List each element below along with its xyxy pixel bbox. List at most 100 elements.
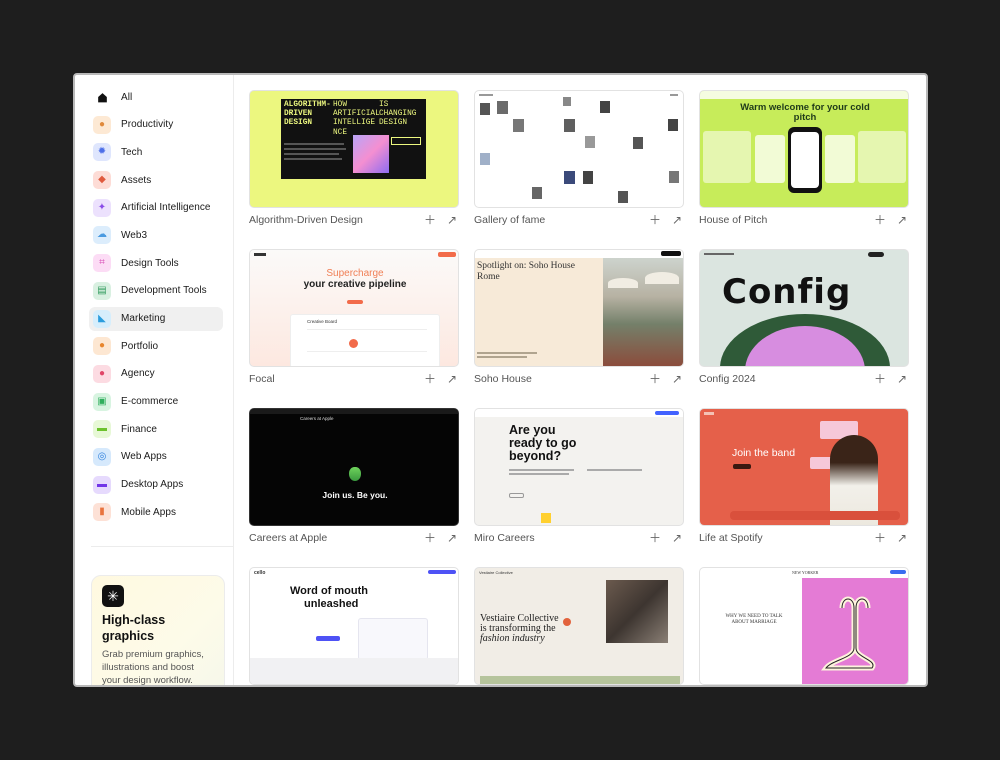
sidebar-item-finance[interactable]: ▬ Finance <box>89 417 223 441</box>
gallery-card: Vestiaire Collective Vestiaire Collectiv… <box>474 567 684 685</box>
gallery-card: Supercharge your creative pipeline Creat… <box>249 249 459 385</box>
thumb-cta <box>890 570 906 574</box>
thumb-nav <box>475 409 683 417</box>
tag-icon: ◣ <box>93 309 111 328</box>
sidebar-item-agency[interactable]: ● Agency <box>89 362 223 386</box>
thumb-cta <box>655 411 679 415</box>
thumb-strip <box>480 676 680 684</box>
thumb-headline: Warm welcome for your cold pitch <box>740 102 870 123</box>
group-icon: ● <box>93 364 111 383</box>
card-thumbnail[interactable]: Join the band <box>699 408 909 526</box>
sidebar-item-web-apps[interactable]: ◎ Web Apps <box>89 445 223 469</box>
card-thumbnail[interactable]: ALGORITHM- DRIVEN DESIGN HOW ARTIFICIAL … <box>249 90 459 208</box>
sidebar-item-portfolio[interactable]: ● Portfolio <box>89 334 223 358</box>
card-thumbnail[interactable]: cello Word of mouth unleashed <box>249 567 459 685</box>
plus-icon[interactable]: ＋ <box>648 372 662 386</box>
arrow-up-right-icon[interactable]: ↗ <box>445 372 459 386</box>
sidebar-item-web3[interactable]: ☁ Web3 <box>89 223 223 247</box>
thumb-button <box>733 464 751 469</box>
thumb-menu <box>670 94 678 96</box>
sidebar-item-development-tools[interactable]: ▤ Development Tools <box>89 279 223 303</box>
card-title: Soho House <box>474 373 532 385</box>
sidebar-item-assets[interactable]: ◆ Assets <box>89 168 223 192</box>
card-thumbnail[interactable]: Supercharge your creative pipeline Creat… <box>249 249 459 367</box>
arrow-up-right-icon[interactable]: ↗ <box>895 372 909 386</box>
portrait <box>585 136 595 148</box>
plus-icon[interactable]: ＋ <box>423 531 437 545</box>
sidebar-item-label: Agency <box>121 368 155 380</box>
arrow-up-right-icon[interactable]: ↗ <box>445 213 459 227</box>
plus-icon[interactable]: ＋ <box>423 213 437 227</box>
arrow-up-right-icon[interactable]: ↗ <box>445 531 459 545</box>
phone-icon: ▮ <box>93 503 111 522</box>
gallery-card: cello Word of mouth unleashed <box>249 567 459 685</box>
plus-icon[interactable]: ＋ <box>873 531 887 545</box>
gallery-card: Config Config 2024 ＋ ↗ <box>699 249 909 385</box>
portrait <box>497 101 508 114</box>
sidebar-item-desktop-apps[interactable]: ▬ Desktop Apps <box>89 473 223 497</box>
asterisk-icon: ✳ <box>102 585 124 607</box>
thumb-text: CHANGING <box>379 110 417 119</box>
thumb-text: DESIGN <box>284 119 313 128</box>
sidebar-item-label: Mobile Apps <box>121 506 177 518</box>
thumb-search <box>730 511 900 520</box>
card-thumbnail[interactable]: Warm welcome for your cold pitch <box>699 90 909 208</box>
portrait <box>513 119 524 132</box>
chip-icon: ✹ <box>93 143 111 162</box>
arrow-up-right-icon[interactable]: ↗ <box>670 372 684 386</box>
sidebar-item-label: Web Apps <box>121 451 167 463</box>
plus-icon[interactable]: ＋ <box>873 372 887 386</box>
app-window: All ● Productivity ✹ Tech ◆ Assets ✦ Art… <box>73 73 928 687</box>
thumb-text: ALGORITHM- <box>284 101 331 109</box>
card-thumbnail[interactable]: NEW YORKER WHY WE NEED TO TALK ABOUT MAR… <box>699 567 909 685</box>
thumb-text: IS <box>379 101 389 109</box>
card-title: Gallery of fame <box>474 214 546 226</box>
thumb-logos-strip <box>250 658 458 684</box>
promo-card[interactable]: ✳ High-class graphics Grab premium graph… <box>91 575 225 685</box>
sidebar-item-design-tools[interactable]: ⌗ Design Tools <box>89 251 223 275</box>
thumb-logo <box>704 412 714 415</box>
portrait <box>564 171 575 184</box>
portrait <box>668 119 678 131</box>
sidebar-item-ecommerce[interactable]: ▣ E-commerce <box>89 390 223 414</box>
thumb-text: ARTIFICIAL <box>333 110 380 119</box>
sidebar-item-all[interactable]: All <box>89 85 223 109</box>
thumb-tile <box>858 131 906 183</box>
sidebar-item-marketing[interactable]: ◣ Marketing <box>89 306 223 331</box>
plus-icon[interactable]: ＋ <box>873 213 887 227</box>
arrow-up-right-icon[interactable]: ↗ <box>670 213 684 227</box>
miro-logo-icon <box>541 513 551 523</box>
card-thumbnail[interactable]: Spotlight on: Soho House Rome <box>474 249 684 367</box>
plus-icon[interactable]: ＋ <box>423 372 437 386</box>
thumb-headline: Join us. Be you. <box>322 490 388 500</box>
sidebar-item-label: Finance <box>121 423 157 435</box>
thumb-logo <box>254 253 266 256</box>
sidebar-item-ai[interactable]: ✦ Artificial Intelligence <box>89 196 223 220</box>
card-thumbnail[interactable]: Careers at Apple Join us. Be you. <box>249 408 459 526</box>
sidebar-item-productivity[interactable]: ● Productivity <box>89 113 223 137</box>
card-thumbnail[interactable]: Vestiaire Collective Vestiaire Collectiv… <box>474 567 684 685</box>
thumb-text-line <box>477 356 527 358</box>
arrow-up-right-icon[interactable]: ↗ <box>895 531 909 545</box>
card-thumbnail[interactable] <box>474 90 684 208</box>
plus-icon[interactable]: ＋ <box>648 531 662 545</box>
sidebar-item-label: Desktop Apps <box>121 479 184 491</box>
thumb-art <box>802 578 908 684</box>
gallery-card: Careers at Apple Join us. Be you. Career… <box>249 408 459 544</box>
thumb-button <box>316 636 340 641</box>
plus-icon[interactable]: ＋ <box>648 213 662 227</box>
category-list: All ● Productivity ✹ Tech ◆ Assets ✦ Art… <box>75 75 233 524</box>
gallery-card: Warm welcome for your cold pitch House o… <box>699 90 909 226</box>
card-thumbnail[interactable]: Config <box>699 249 909 367</box>
arrow-up-right-icon[interactable]: ↗ <box>670 531 684 545</box>
gallery-card: NEW YORKER WHY WE NEED TO TALK ABOUT MAR… <box>699 567 909 685</box>
thumb-text: HOW <box>333 101 348 109</box>
thumb-dark-panel: ALGORITHM- DRIVEN DESIGN HOW ARTIFICIAL … <box>281 99 426 179</box>
thumb-photo <box>603 258 683 366</box>
person-icon: ● <box>93 115 111 134</box>
sidebar-item-mobile-apps[interactable]: ▮ Mobile Apps <box>89 500 223 524</box>
thumb-text: Creative Board <box>307 319 338 324</box>
sidebar-item-tech[interactable]: ✹ Tech <box>89 140 223 164</box>
card-thumbnail[interactable]: Are you ready to go beyond? <box>474 408 684 526</box>
arrow-up-right-icon[interactable]: ↗ <box>895 213 909 227</box>
